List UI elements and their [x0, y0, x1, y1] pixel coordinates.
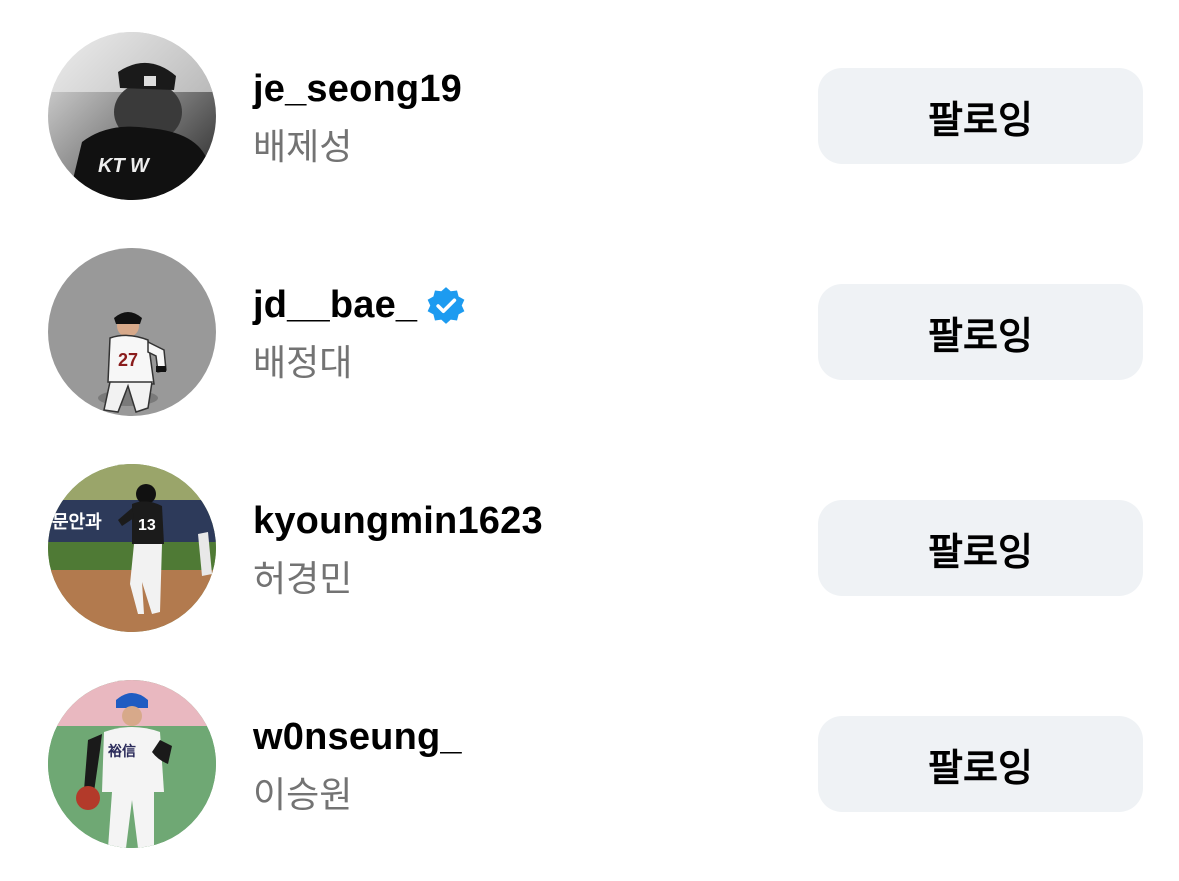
full-name: 배제성 [253, 126, 353, 167]
svg-text:KT: KT [98, 155, 126, 177]
full-name: 이승원 [253, 774, 353, 815]
following-button[interactable]: 팔로잉 [818, 68, 1143, 164]
full-name: 허경민 [253, 558, 353, 599]
list-item[interactable]: KT W je_seong19 배제성 팔로잉 [0, 32, 1179, 202]
username[interactable]: w0nseung_ [253, 716, 462, 759]
username[interactable]: kyoungmin1623 [253, 500, 543, 543]
avatar[interactable]: 裕信 [48, 680, 216, 848]
avatar[interactable]: 문안과 13 [48, 464, 216, 632]
list-item[interactable]: 裕信 w0nseung_ 이승원 팔로잉 [0, 680, 1179, 850]
svg-text:27: 27 [118, 350, 138, 370]
avatar[interactable]: KT W [48, 32, 216, 200]
following-list: KT W je_seong19 배제성 팔로잉 27 jd__bae_ 배정대 … [0, 0, 1179, 881]
username[interactable]: jd__bae_ [253, 284, 467, 327]
full-name: 배정대 [253, 342, 353, 383]
username-text[interactable]: kyoungmin1623 [253, 500, 543, 543]
svg-text:13: 13 [138, 517, 156, 534]
following-button[interactable]: 팔로잉 [818, 500, 1143, 596]
profile-illustration-icon: 27 [48, 248, 216, 416]
profile-photo-icon: 문안과 13 [48, 464, 216, 632]
list-item[interactable]: 27 jd__bae_ 배정대 팔로잉 [0, 248, 1179, 418]
profile-photo-icon: 裕信 [48, 680, 216, 848]
following-button[interactable]: 팔로잉 [818, 716, 1143, 812]
username-text[interactable]: w0nseung_ [253, 716, 462, 759]
profile-photo-icon: KT W [48, 32, 216, 200]
username-text[interactable]: je_seong19 [253, 68, 462, 111]
avatar[interactable]: 27 [48, 248, 216, 416]
svg-text:문안과: 문안과 [52, 512, 102, 533]
username[interactable]: je_seong19 [253, 68, 462, 111]
svg-text:裕信: 裕信 [107, 743, 136, 760]
list-item[interactable]: 문안과 13 kyoungmin1623 허경민 팔로잉 [0, 464, 1179, 634]
verified-badge-icon [425, 285, 467, 327]
following-button[interactable]: 팔로잉 [818, 284, 1143, 380]
svg-text:W: W [130, 155, 151, 177]
username-text[interactable]: jd__bae_ [253, 284, 417, 327]
